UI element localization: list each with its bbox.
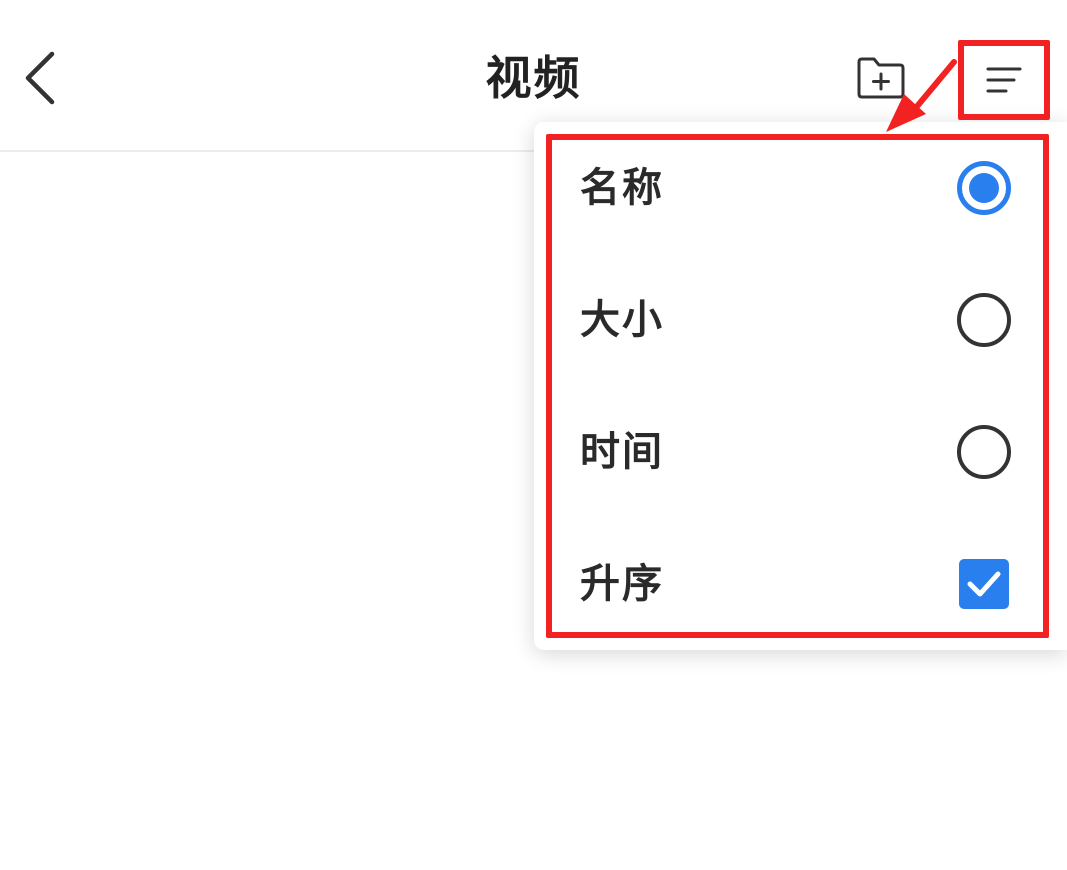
screen: 视频 名称 大小 时间 升序: [0, 0, 1067, 870]
radio-selected-icon: [957, 161, 1011, 215]
sort-option-size[interactable]: 大小: [534, 254, 1067, 386]
radio-dot: [969, 173, 999, 203]
time-radio[interactable]: [956, 424, 1012, 480]
sort-option-name[interactable]: 名称: [534, 122, 1067, 254]
sort-option-label: 时间: [580, 429, 664, 475]
folder-plus-icon: [857, 57, 905, 99]
size-radio[interactable]: [956, 292, 1012, 348]
sort-option-ascending[interactable]: 升序: [534, 518, 1067, 650]
ascending-checkbox[interactable]: [956, 556, 1012, 612]
sort-option-label: 升序: [580, 561, 664, 607]
sort-option-time[interactable]: 时间: [534, 386, 1067, 518]
radio-empty-icon: [957, 425, 1011, 479]
sort-option-label: 名称: [580, 165, 664, 211]
name-radio[interactable]: [956, 160, 1012, 216]
checkmark-icon: [967, 571, 1001, 597]
sort-option-label: 大小: [580, 297, 664, 343]
sort-button[interactable]: [958, 40, 1050, 120]
sort-menu: 名称 大小 时间 升序: [534, 122, 1067, 650]
sort-lines-icon: [986, 67, 1022, 93]
checkbox-checked-icon: [959, 559, 1009, 609]
radio-empty-icon: [957, 293, 1011, 347]
new-folder-button[interactable]: [850, 52, 912, 104]
